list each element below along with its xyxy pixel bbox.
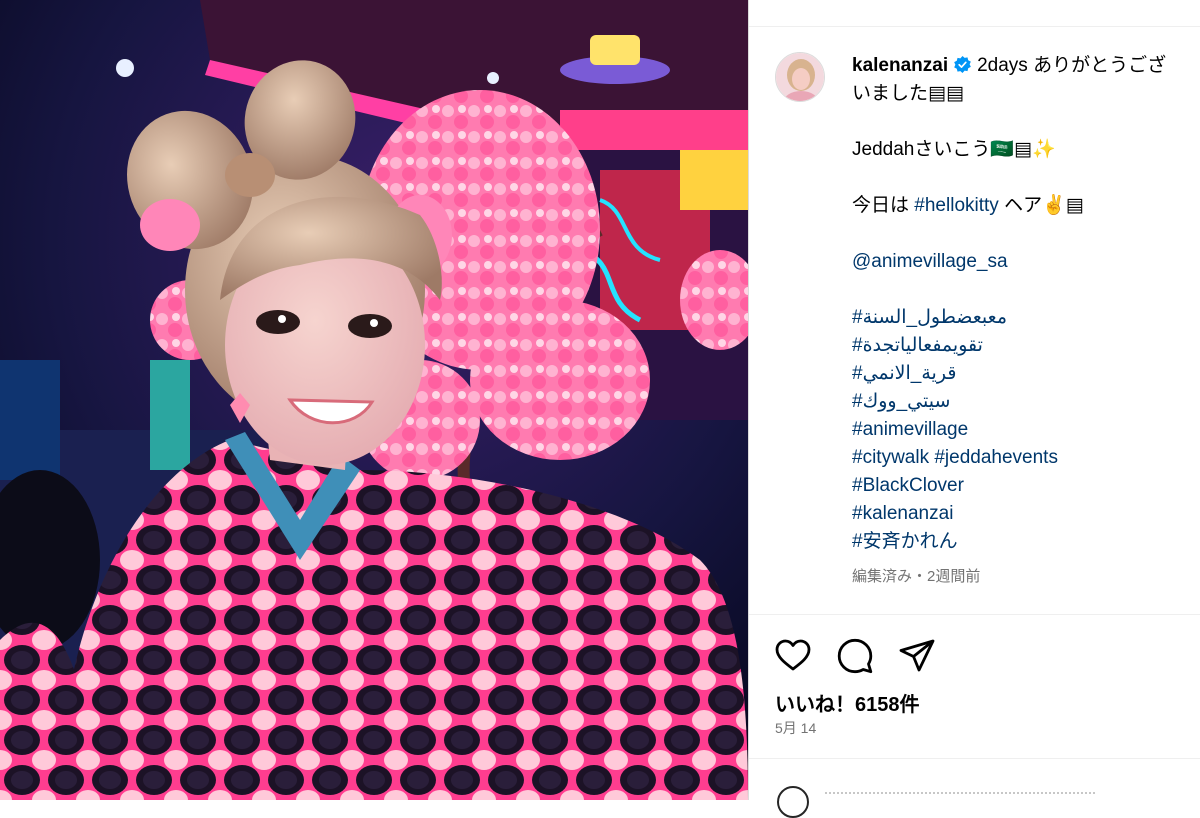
post-meta: 編集済み・2週間前 — [852, 568, 981, 585]
caption-text-1: 2days ありがとうござ — [977, 55, 1167, 76]
hashtag-link[interactable]: #سيتي_ووك — [852, 388, 1200, 416]
comment-input[interactable] — [825, 792, 1095, 796]
photo-illustration — [0, 0, 748, 800]
header-divider — [749, 26, 1200, 27]
heart-icon — [775, 639, 811, 671]
caption-gap — [852, 164, 1200, 192]
like-button[interactable] — [773, 636, 813, 676]
comment-button[interactable] — [835, 636, 875, 676]
caption-line-1: kalenanzai 2days ありがとうござ — [852, 52, 1200, 80]
caption-text-2: いました▤▤ — [852, 83, 964, 104]
hashtag-link[interactable]: #kalenanzai — [852, 500, 1200, 528]
hashtag-link[interactable]: #animevillage — [852, 416, 1200, 444]
caption-gap — [852, 276, 1200, 304]
hashtag-link[interactable]: #قرية_الانمي — [852, 360, 1200, 388]
caption-line-hellokitty: 今日は #hellokitty ヘア✌️▤ — [852, 192, 1200, 220]
verified-badge-icon — [953, 55, 972, 74]
avatar-image — [776, 53, 824, 101]
post-photo[interactable] — [0, 0, 748, 800]
hashtag-link[interactable]: #安斉かれん — [852, 528, 1200, 556]
hashtag-link[interactable]: #hellokitty — [914, 195, 999, 216]
caption-gap — [852, 108, 1200, 136]
caption-text-today: 今日は — [852, 195, 910, 216]
hashtag-link[interactable]: #BlackClover — [852, 472, 1200, 500]
post-caption: kalenanzai 2days ありがとうござ いました▤▤ Jeddahさいこ… — [852, 52, 1200, 556]
comment-divider — [749, 758, 1200, 759]
actions-divider — [749, 614, 1200, 615]
like-count[interactable]: いいね！6158件 — [775, 688, 920, 717]
author-username[interactable]: kalenanzai — [852, 55, 948, 76]
hashtag-link[interactable]: #معبعضطول_السنة — [852, 304, 1200, 332]
share-button[interactable] — [897, 636, 937, 676]
caption-gap — [852, 220, 1200, 248]
hashtag-link[interactable]: #تقويمفعالياتجدة — [852, 332, 1200, 360]
paper-plane-icon — [899, 639, 935, 672]
comment-bubble-icon — [837, 638, 873, 674]
avatar-outline-icon — [777, 786, 809, 818]
mention-link[interactable]: @animevillage_sa — [852, 248, 1200, 276]
post-side-panel: kalenanzai 2days ありがとうござ いました▤▤ Jeddahさいこ… — [749, 0, 1200, 818]
caption-text-hair: ヘア✌️▤ — [1004, 195, 1084, 216]
caption-text-jeddah: Jeddahさいこう🇸🇦▤✨ — [852, 139, 1056, 160]
author-avatar[interactable] — [775, 52, 825, 102]
hashtag-link[interactable]: #citywalk #jeddahevents — [852, 444, 1200, 472]
post-date: 5月 14 — [775, 720, 817, 736]
